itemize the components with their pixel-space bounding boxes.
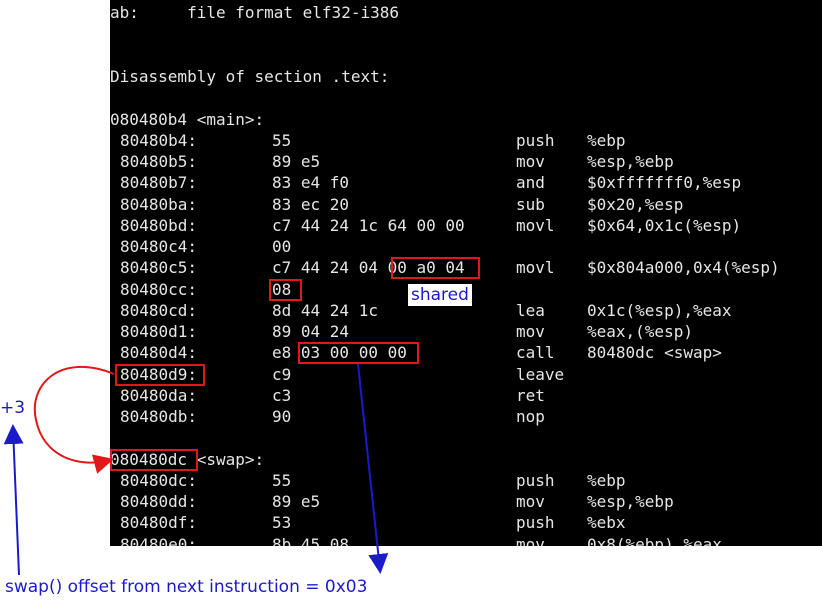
plus3-curved-arrow xyxy=(33,365,115,474)
offset-pointer-arrow xyxy=(357,363,389,574)
offset-note: swap() offset from next instruction = 0x… xyxy=(5,577,368,597)
plus3-pointer-arrow xyxy=(3,424,24,576)
annotation-arrows xyxy=(3,363,389,576)
plus3-label: +3 xyxy=(0,398,26,418)
